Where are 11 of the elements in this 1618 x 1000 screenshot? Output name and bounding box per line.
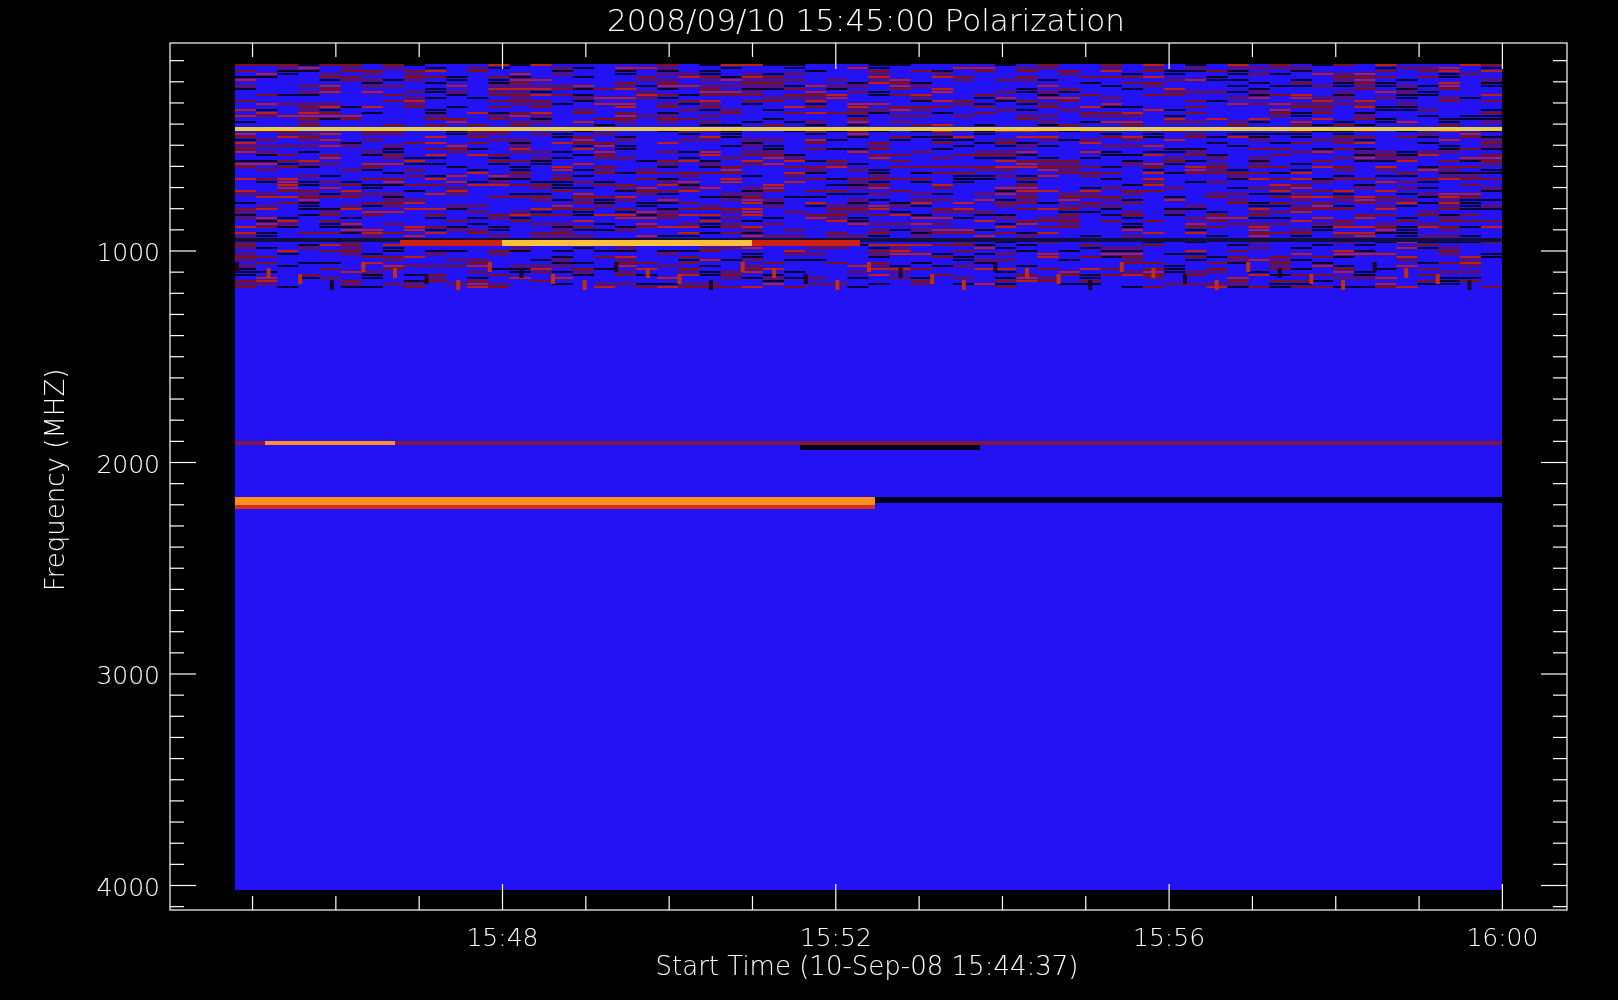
y-axis-label: Frequency (MHZ) [40,368,70,592]
y-tick-label: 1000 [96,238,160,267]
x-axis-label: Start Time (10-Sep-08 15:44:37) [655,951,1079,981]
y-tick-label: 3000 [96,661,160,690]
y-tick-label: 2000 [96,449,160,479]
chart-title: 2008/09/10 15:45:00 Polarization [607,2,1125,38]
x-tick-label: 15:48 [466,923,539,952]
y-tick-label: 4000 [96,872,160,902]
x-tick-label: 15:56 [1133,923,1206,952]
x-tick-label: 15:52 [799,923,872,952]
x-tick-label: 16:00 [1466,923,1539,952]
